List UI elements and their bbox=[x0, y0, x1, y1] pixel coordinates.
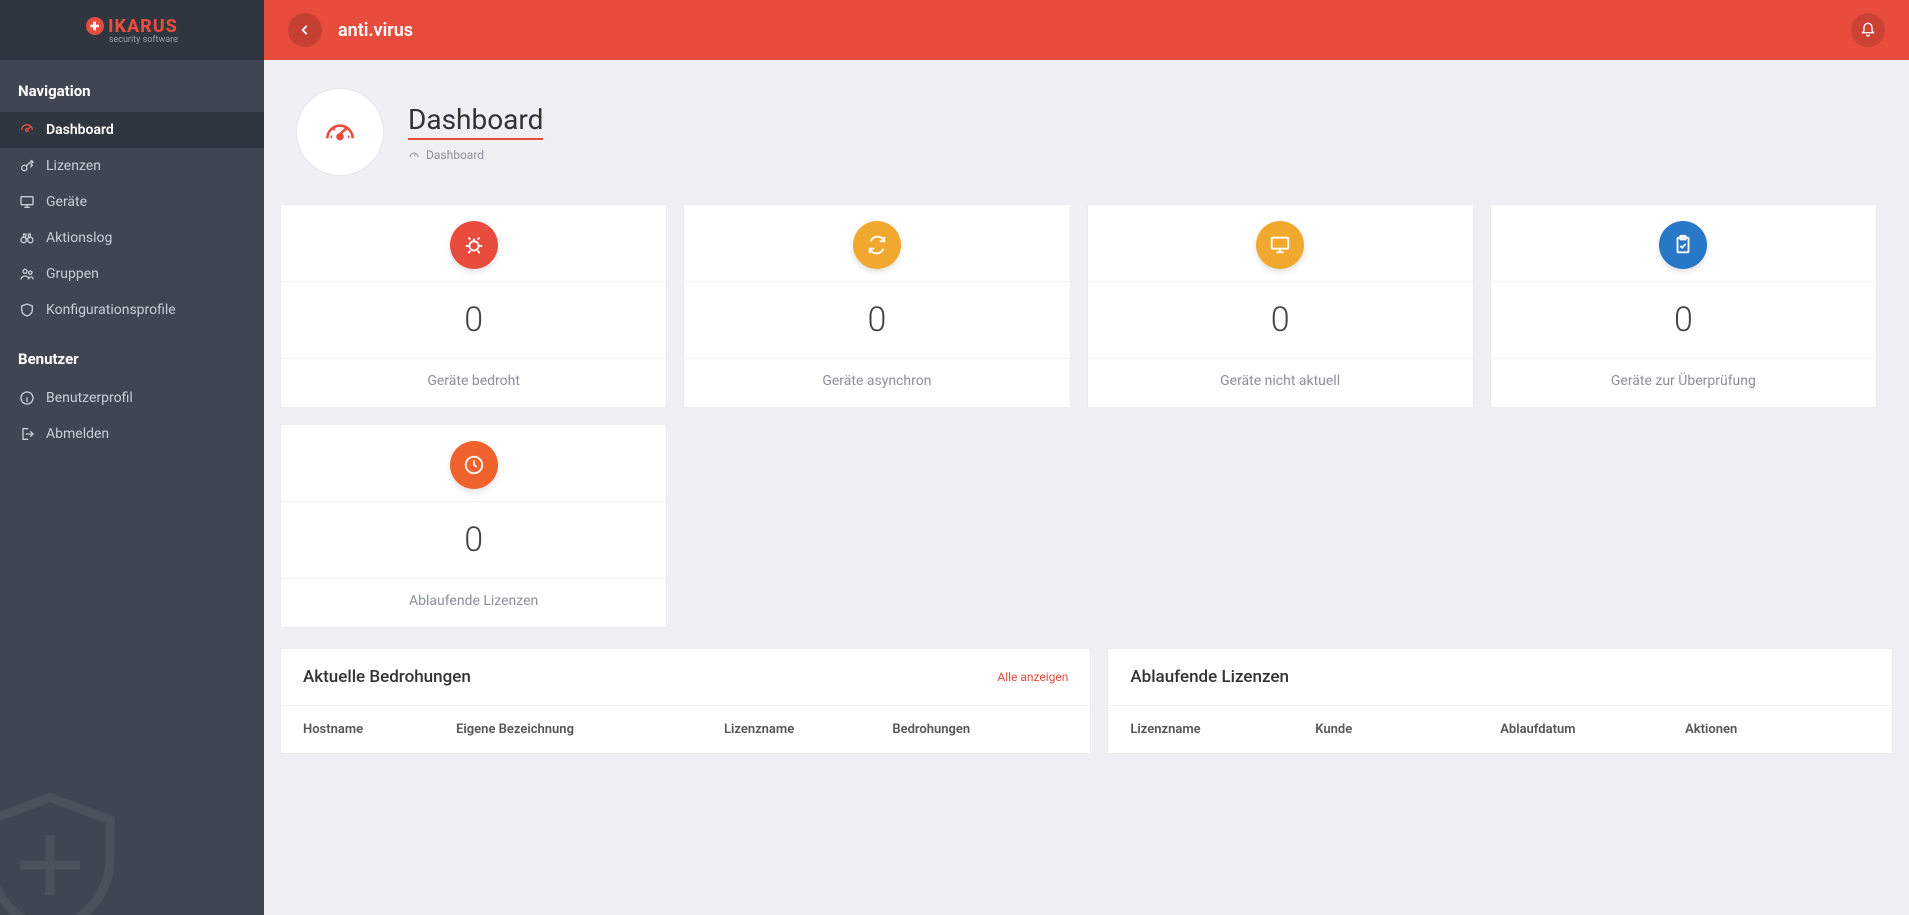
info-icon bbox=[18, 390, 36, 406]
stat-card-async[interactable]: 0 Geräte asynchron bbox=[683, 204, 1070, 408]
panel-title: Aktuelle Bedrohungen bbox=[303, 667, 471, 687]
sidebar-item-gruppen[interactable]: Gruppen bbox=[0, 256, 264, 292]
app-title: anti.virus bbox=[338, 20, 413, 41]
binoculars-icon bbox=[18, 230, 36, 246]
sidebar-item-label: Gruppen bbox=[46, 266, 99, 282]
col-actions[interactable]: Aktionen bbox=[1685, 722, 1870, 737]
col-license-name[interactable]: Lizenzname bbox=[1130, 722, 1315, 737]
stat-value: 0 bbox=[684, 282, 1069, 359]
tables-row: Aktuelle Bedrohungen Alle anzeigen Hostn… bbox=[264, 628, 1909, 754]
brand-tagline: security software bbox=[108, 35, 178, 45]
stat-label: Ablaufende Lizenzen bbox=[409, 579, 538, 627]
stat-value: 0 bbox=[281, 282, 666, 359]
logout-icon bbox=[18, 426, 36, 442]
main-content: anti.virus Dashboard Dashboard bbox=[264, 0, 1909, 915]
stat-value: 0 bbox=[1088, 282, 1473, 359]
show-all-link[interactable]: Alle anzeigen bbox=[997, 670, 1068, 684]
stat-card-review[interactable]: 0 Geräte zur Überprüfung bbox=[1490, 204, 1877, 408]
sidebar-item-benutzerprofil[interactable]: Benutzerprofil bbox=[0, 380, 264, 416]
key-icon bbox=[18, 158, 36, 174]
breadcrumb-item[interactable]: Dashboard bbox=[426, 148, 484, 162]
panel-title: Ablaufende Lizenzen bbox=[1130, 667, 1289, 687]
brand-name: IKARUS bbox=[108, 16, 178, 37]
sidebar-item-label: Aktionslog bbox=[46, 230, 112, 246]
brand-logo[interactable]: IKARUS security software bbox=[0, 0, 264, 60]
stat-card-outdated[interactable]: 0 Geräte nicht aktuell bbox=[1087, 204, 1474, 408]
monitor-icon bbox=[1256, 221, 1304, 269]
notifications-button[interactable] bbox=[1851, 13, 1885, 47]
sidebar-item-aktionslog[interactable]: Aktionslog bbox=[0, 220, 264, 256]
sidebar-item-konfig[interactable]: Konfigurationsprofile bbox=[0, 292, 264, 328]
col-license[interactable]: Lizenzname bbox=[724, 722, 892, 737]
gauge-icon bbox=[321, 113, 359, 151]
stat-label: Geräte zur Überprüfung bbox=[1611, 359, 1756, 407]
sidebar-item-label: Konfigurationsprofile bbox=[46, 302, 176, 318]
gauge-icon bbox=[18, 122, 36, 138]
threats-table-header: Hostname Eigene Bezeichnung Lizenzname B… bbox=[281, 706, 1090, 753]
chevron-left-icon bbox=[298, 23, 312, 37]
users-icon bbox=[18, 266, 36, 282]
sidebar-item-lizenzen[interactable]: Lizenzen bbox=[0, 148, 264, 184]
panel-threats: Aktuelle Bedrohungen Alle anzeigen Hostn… bbox=[280, 648, 1091, 754]
col-label[interactable]: Eigene Bezeichnung bbox=[456, 722, 724, 737]
licenses-table-header: Lizenzname Kunde Ablaufdatum Aktionen bbox=[1108, 706, 1892, 753]
panel-licenses: Ablaufende Lizenzen Lizenzname Kunde Abl… bbox=[1107, 648, 1893, 754]
sidebar-item-label: Benutzerprofil bbox=[46, 390, 133, 406]
stat-label: Geräte bedroht bbox=[427, 359, 520, 407]
monitor-icon bbox=[18, 194, 36, 210]
clipboard-check-icon bbox=[1659, 221, 1707, 269]
sidebar: IKARUS security software Navigation Dash… bbox=[0, 0, 264, 915]
col-threats[interactable]: Bedrohungen bbox=[892, 722, 1068, 737]
sidebar-item-geraete[interactable]: Geräte bbox=[0, 184, 264, 220]
shield-icon bbox=[18, 302, 36, 318]
sidebar-item-label: Lizenzen bbox=[46, 158, 101, 174]
stat-label: Geräte nicht aktuell bbox=[1220, 359, 1340, 407]
bug-icon bbox=[450, 221, 498, 269]
topbar: anti.virus bbox=[264, 0, 1909, 60]
gauge-icon bbox=[408, 149, 420, 161]
stat-cards-row: 0 Geräte bedroht 0 Geräte asynchron 0 Ge… bbox=[264, 204, 1909, 628]
page-header: Dashboard Dashboard bbox=[264, 60, 1909, 204]
col-hostname[interactable]: Hostname bbox=[303, 722, 456, 737]
stat-card-expiring-licenses[interactable]: 0 Ablaufende Lizenzen bbox=[280, 424, 667, 628]
sidebar-item-label: Abmelden bbox=[46, 426, 109, 442]
page-header-icon bbox=[296, 88, 384, 176]
logo-cross-icon bbox=[86, 17, 104, 35]
sync-icon bbox=[853, 221, 901, 269]
sidebar-watermark-icon bbox=[0, 775, 140, 915]
bell-icon bbox=[1860, 22, 1876, 38]
back-button[interactable] bbox=[288, 13, 322, 47]
sidebar-item-dashboard[interactable]: Dashboard bbox=[0, 112, 264, 148]
col-expiry[interactable]: Ablaufdatum bbox=[1500, 722, 1685, 737]
breadcrumb: Dashboard bbox=[408, 148, 543, 162]
stat-card-threatened[interactable]: 0 Geräte bedroht bbox=[280, 204, 667, 408]
col-customer[interactable]: Kunde bbox=[1315, 722, 1500, 737]
page-title: Dashboard bbox=[408, 103, 543, 140]
stat-label: Geräte asynchron bbox=[822, 359, 931, 407]
sidebar-item-label: Geräte bbox=[46, 194, 87, 210]
sidebar-item-label: Dashboard bbox=[46, 122, 114, 138]
user-section-title: Benutzer bbox=[0, 328, 264, 380]
stat-value: 0 bbox=[1491, 282, 1876, 359]
nav-section-title: Navigation bbox=[0, 60, 264, 112]
sidebar-item-abmelden[interactable]: Abmelden bbox=[0, 416, 264, 452]
stat-value: 0 bbox=[281, 502, 666, 579]
clock-icon bbox=[450, 441, 498, 489]
